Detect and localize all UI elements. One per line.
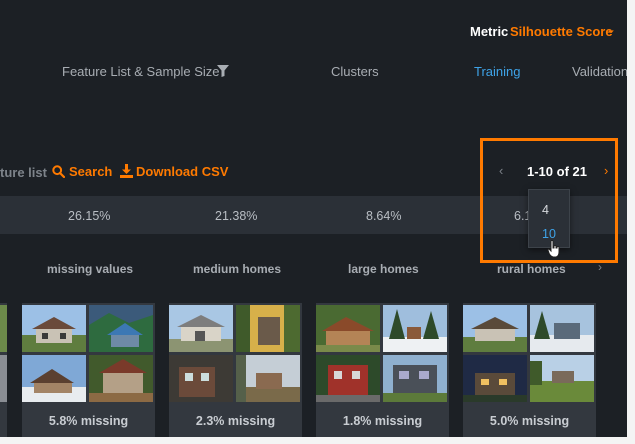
column-feature-list[interactable]: Feature List & Sample Size: [62, 64, 220, 79]
cluster-name[interactable]: large homes: [348, 262, 419, 276]
house-thumbnail: [169, 355, 233, 402]
cluster-score: 8.64%: [366, 209, 402, 223]
house-thumbnail: [530, 355, 594, 402]
chevron-down-icon[interactable]: ⌄: [606, 22, 616, 36]
missing-percent: 5.8% missing: [48, 414, 129, 428]
house-thumbnail: [383, 355, 447, 402]
cluster-name[interactable]: medium homes: [193, 262, 281, 276]
image-card[interactable]: 1.8% missing: [316, 303, 449, 437]
cluster-name[interactable]: rural homes: [497, 262, 566, 276]
house-thumbnail: [383, 305, 447, 352]
house-thumbnail: [316, 355, 380, 402]
download-csv-button[interactable]: Download CSV: [136, 164, 228, 179]
column-training[interactable]: Training: [474, 64, 520, 79]
search-icon[interactable]: [52, 165, 65, 178]
cluster-score: 26.15%: [68, 209, 111, 223]
house-thumbnail: [316, 305, 380, 352]
column-validation[interactable]: Validation: [572, 64, 627, 79]
metric-label: Metric: [470, 24, 509, 39]
house-thumbnail: [89, 305, 153, 352]
house-thumbnail: [22, 355, 86, 402]
image-card[interactable]: 2.3% missing: [169, 303, 302, 437]
cluster-score: 21.38%: [215, 209, 258, 223]
missing-percent: 5.0% missing: [489, 414, 570, 428]
image-card[interactable]: 5.0% missing: [463, 303, 596, 437]
metric-selector[interactable]: Silhouette Score: [510, 24, 613, 39]
house-thumbnail: [236, 305, 300, 352]
house-thumbnail: [463, 305, 527, 352]
feature-list-label: ture list: [0, 165, 47, 180]
image-card-partial: [0, 303, 7, 437]
house-thumbnail: [169, 305, 233, 352]
torn-edge-bottom: [0, 437, 635, 444]
download-icon[interactable]: [120, 164, 133, 178]
cluster-name[interactable]: missing values: [47, 262, 133, 276]
image-card[interactable]: 5.8% missing: [22, 303, 155, 437]
house-thumbnail: [89, 355, 153, 402]
column-clusters[interactable]: Clusters: [331, 64, 379, 79]
house-thumbnail: [22, 305, 86, 352]
missing-percent: 2.3% missing: [195, 414, 276, 428]
house-thumbnail: [463, 355, 527, 402]
pagination-highlight-box: [480, 138, 618, 263]
missing-percent: 1.8% missing: [342, 414, 423, 428]
torn-edge-right: [627, 0, 635, 444]
house-thumbnail: [236, 355, 300, 402]
search-button[interactable]: Search: [69, 164, 112, 179]
house-thumbnail: [530, 305, 594, 352]
cluster-insights-panel: Metric Silhouette Score ⌄ Feature List &…: [0, 0, 627, 437]
filter-icon[interactable]: [217, 65, 229, 77]
